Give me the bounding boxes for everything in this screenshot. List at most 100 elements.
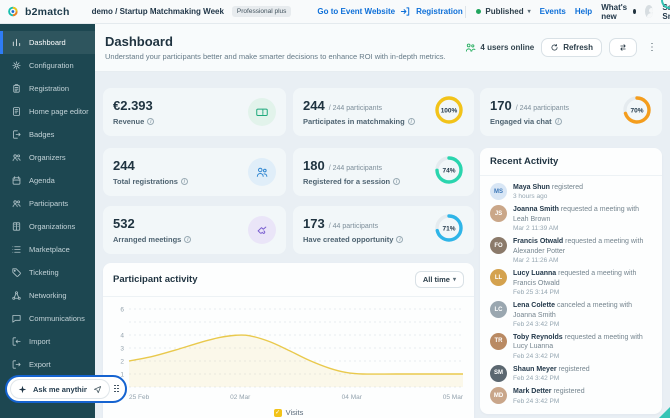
activity-actor: Maya Shun: [513, 184, 552, 191]
info-icon[interactable]: i: [147, 118, 154, 125]
sidebar-item-agenda[interactable]: Agenda: [0, 169, 95, 192]
activity-action: registered: [559, 366, 590, 373]
sidebar-item-organizers[interactable]: Organizers: [0, 146, 95, 169]
info-icon[interactable]: i: [408, 118, 415, 125]
metric-card-arranged-meetings: 532 Arranged meetings i: [103, 206, 286, 254]
activity-timestamp: Mar 2 11:39 AM: [513, 225, 652, 232]
ai-assistant-widget: [5, 375, 127, 403]
organizations-icon: [11, 221, 22, 232]
marketplace-icon: [11, 244, 22, 255]
whats-new-button[interactable]: What's new: [601, 3, 636, 21]
metric-card-revenue: €2.393 Revenue i: [103, 88, 286, 136]
recent-activity-card: Recent Activity MS Maya Shun registered …: [480, 148, 662, 414]
users-online-indicator: 4 users online: [465, 42, 534, 53]
activity-item: LL Lucy Luanna requested a meeting with …: [480, 264, 662, 296]
decorative-corner-triangle: [659, 407, 670, 418]
sidebar-item-networking[interactable]: Networking: [0, 284, 95, 307]
info-icon[interactable]: i: [555, 118, 562, 125]
info-icon[interactable]: i: [393, 178, 400, 185]
metric-card-engaged-via-chat: 170 / 244 participants Engaged via chat …: [480, 88, 662, 136]
logo-text: b2match: [25, 6, 70, 18]
kebab-menu-button[interactable]: ⋮: [644, 42, 660, 53]
activity-actor: Francis Otwald: [513, 238, 565, 245]
help-link[interactable]: Help: [575, 7, 592, 16]
b2match-logo[interactable]: b2match: [8, 5, 70, 18]
agenda-icon: [11, 175, 22, 186]
activity-timestamp: Feb 25 3:14 PM: [513, 289, 652, 296]
breadcrumb[interactable]: demo / Startup Matchmaking Week: [92, 7, 224, 16]
svg-text:04 Mar: 04 Mar: [342, 394, 363, 401]
sidebar-item-label: Agenda: [29, 176, 55, 185]
metric-label: Revenue: [113, 117, 144, 126]
chart-card-header: Participant activity All time ▾: [103, 263, 474, 297]
sidebar-item-organizations[interactable]: Organizations: [0, 215, 95, 238]
sidebar-item-dashboard[interactable]: Dashboard: [0, 31, 95, 54]
visits-legend-checkbox[interactable]: ✓: [274, 409, 282, 417]
activity-item: MS Maya Shun registered 3 hours ago: [480, 178, 662, 200]
info-icon[interactable]: i: [396, 236, 403, 243]
sidebar-item-import[interactable]: Import: [0, 330, 95, 353]
sidebar-item-label: Communications: [29, 314, 85, 323]
organizers-icon: [11, 152, 22, 163]
time-range-label: All time: [423, 275, 450, 284]
page-title: Dashboard: [105, 34, 446, 49]
metric-value: €2.393: [113, 98, 153, 113]
send-icon[interactable]: [93, 385, 102, 394]
svg-text:70%: 70%: [630, 107, 643, 114]
swap-arrows-icon: [618, 43, 628, 52]
sidebar-item-configuration[interactable]: Configuration: [0, 54, 95, 77]
sidebar-item-export[interactable]: Export: [0, 353, 95, 376]
svg-text:25 Feb: 25 Feb: [129, 394, 150, 401]
sidebar-item-label: Registration: [29, 84, 69, 93]
avatar: LL: [490, 269, 507, 286]
sidebar-item-ticketing[interactable]: Ticketing: [0, 261, 95, 284]
progress-ring: 74%: [434, 155, 464, 185]
b2match-logo-icon: [8, 5, 21, 18]
sparkle-icon: [18, 385, 27, 394]
ask-me-anything-input[interactable]: [31, 384, 89, 395]
refresh-button[interactable]: Refresh: [541, 38, 602, 57]
sidebar-item-marketplace[interactable]: Marketplace: [0, 238, 95, 261]
published-dropdown[interactable]: Published ▾: [476, 7, 530, 16]
svg-text:4: 4: [120, 332, 124, 339]
svg-text:6: 6: [120, 306, 124, 313]
sidebar: Dashboard Configuration Registration Hom…: [0, 24, 95, 418]
registration-door-icon: [400, 6, 411, 17]
avatar: SM: [490, 365, 507, 382]
home-page-editor-icon: [11, 106, 22, 117]
main-content: Dashboard Understand your participants b…: [95, 24, 670, 418]
metric-value: 180: [303, 158, 325, 173]
activity-item: TR Toby Reynolds requested a meeting wit…: [480, 328, 662, 360]
metric-suffix: / 244 participants: [329, 165, 382, 172]
app-root: b2match demo / Startup Matchmaking Week …: [0, 0, 670, 418]
user-avatar[interactable]: [645, 5, 653, 18]
communications-icon: [11, 313, 22, 324]
registration-icon: [11, 83, 22, 94]
info-icon[interactable]: i: [181, 178, 188, 185]
metric-value: 170: [490, 98, 512, 113]
progress-ring: 71%: [434, 213, 464, 243]
avatar: TR: [490, 333, 507, 350]
go-to-event-website-link[interactable]: Go to Event Website: [317, 7, 395, 16]
time-range-dropdown[interactable]: All time ▾: [415, 271, 464, 288]
sidebar-item-label: Configuration: [29, 61, 74, 70]
chart-title: Participant activity: [113, 274, 197, 285]
swap-view-button[interactable]: [609, 38, 637, 57]
activity-timestamp: Feb 24 3:42 PM: [513, 321, 652, 328]
badges-icon: [11, 129, 22, 140]
info-icon[interactable]: i: [184, 236, 191, 243]
drag-handle[interactable]: [114, 385, 120, 394]
recent-activity-header: Recent Activity: [480, 148, 662, 176]
sidebar-item-participants[interactable]: Participants: [0, 192, 95, 215]
ai-input-pill[interactable]: [10, 379, 110, 399]
sidebar-item-home-page-editor[interactable]: Home page editor: [0, 100, 95, 123]
sidebar-item-registration[interactable]: Registration: [0, 77, 95, 100]
sidebar-item-badges[interactable]: Badges: [0, 123, 95, 146]
events-link[interactable]: Events: [540, 7, 566, 16]
notification-dot: [633, 9, 636, 14]
sidebar-item-communications[interactable]: Communications: [0, 307, 95, 330]
registration-link[interactable]: Registration: [416, 7, 463, 16]
handshake-icon: [255, 223, 269, 237]
avatar: JS: [490, 205, 507, 222]
activity-actor: Joanna Smith: [513, 206, 561, 213]
